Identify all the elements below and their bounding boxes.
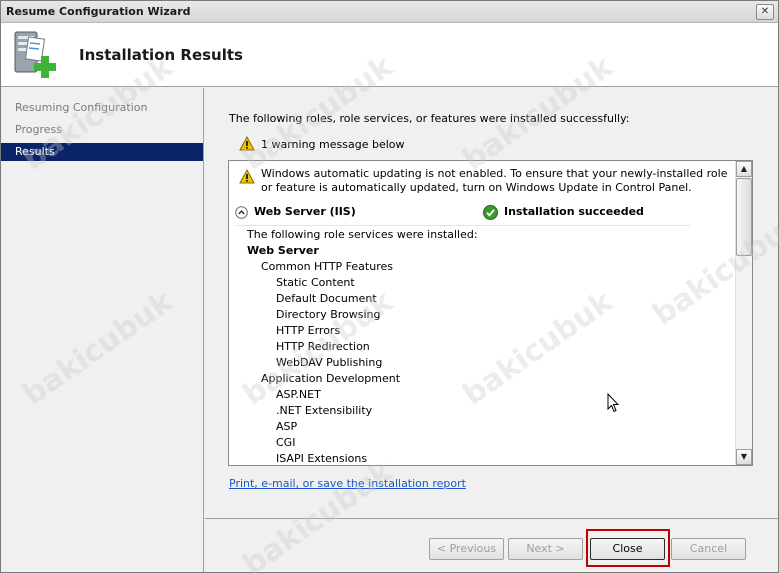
title-bar: Resume Configuration Wizard ✕	[1, 1, 778, 23]
server-install-icon	[14, 31, 56, 78]
list-item: Default Document	[276, 292, 377, 305]
window-close-button[interactable]: ✕	[756, 4, 774, 20]
previous-button[interactable]: < Previous	[429, 538, 504, 560]
results-panel-content: Windows automatic updating is not enable…	[229, 161, 736, 465]
warning-summary-text: 1 warning message below	[261, 138, 405, 151]
mouse-cursor-icon	[607, 393, 619, 413]
warning-icon	[239, 169, 255, 184]
list-item: WebDAV Publishing	[276, 356, 383, 369]
list-item: Directory Browsing	[276, 308, 381, 321]
scroll-down-icon[interactable]: ▼	[736, 449, 752, 465]
list-item: Application Development	[261, 372, 401, 385]
list-item: ASP.NET	[276, 388, 321, 401]
role-name: Web Server (IIS)	[254, 205, 356, 218]
wizard-steps-nav: Resuming Configuration Progress Results	[1, 88, 204, 572]
close-button[interactable]: Close	[590, 538, 665, 560]
list-item: Static Content	[276, 276, 355, 289]
divider	[235, 225, 690, 226]
installation-report-link[interactable]: Print, e-mail, or save the installation …	[229, 477, 466, 490]
scroll-up-icon[interactable]: ▲	[736, 161, 752, 177]
success-check-icon	[483, 205, 498, 220]
wizard-window: Resume Configuration Wizard ✕ Installati…	[0, 0, 779, 573]
cancel-button[interactable]: Cancel	[671, 538, 746, 560]
wizard-footer: < Previous Next > Close Cancel	[205, 518, 778, 572]
list-item: CGI	[276, 436, 296, 449]
scroll-thumb[interactable]	[736, 178, 752, 256]
results-intro-text: The following roles, role services, or f…	[229, 112, 630, 125]
nav-item-results[interactable]: Results	[1, 143, 203, 161]
vertical-scrollbar[interactable]: ▲ ▼	[735, 161, 752, 465]
update-warning-text: Windows automatic updating is not enable…	[261, 167, 728, 194]
list-item: HTTP Errors	[276, 324, 341, 337]
nav-item-resuming-configuration[interactable]: Resuming Configuration	[1, 99, 203, 117]
list-item: .NET Extensibility	[276, 404, 373, 417]
list-item: ASP	[276, 420, 298, 433]
collapse-icon[interactable]	[235, 206, 248, 219]
services-intro: The following role services were install…	[247, 228, 478, 241]
page-title: Installation Results	[79, 46, 243, 64]
next-button[interactable]: Next >	[508, 538, 583, 560]
warning-icon	[239, 136, 255, 151]
wizard-header: Installation Results	[1, 23, 778, 87]
list-item: Web Server	[247, 244, 319, 257]
role-result-row: Web Server (IIS) Installation succeeded	[235, 204, 730, 222]
install-status: Installation succeeded	[504, 205, 644, 218]
list-item: HTTP Redirection	[276, 340, 370, 353]
update-warning: Windows automatic updating is not enable…	[239, 167, 734, 195]
results-panel[interactable]: Windows automatic updating is not enable…	[228, 160, 753, 466]
results-content: The following roles, role services, or f…	[205, 88, 778, 518]
window-title: Resume Configuration Wizard	[6, 5, 191, 18]
warning-summary: 1 warning message below	[239, 136, 405, 151]
nav-item-progress[interactable]: Progress	[1, 121, 203, 139]
list-item: ISAPI Extensions	[276, 452, 368, 465]
list-item: Common HTTP Features	[261, 260, 393, 273]
